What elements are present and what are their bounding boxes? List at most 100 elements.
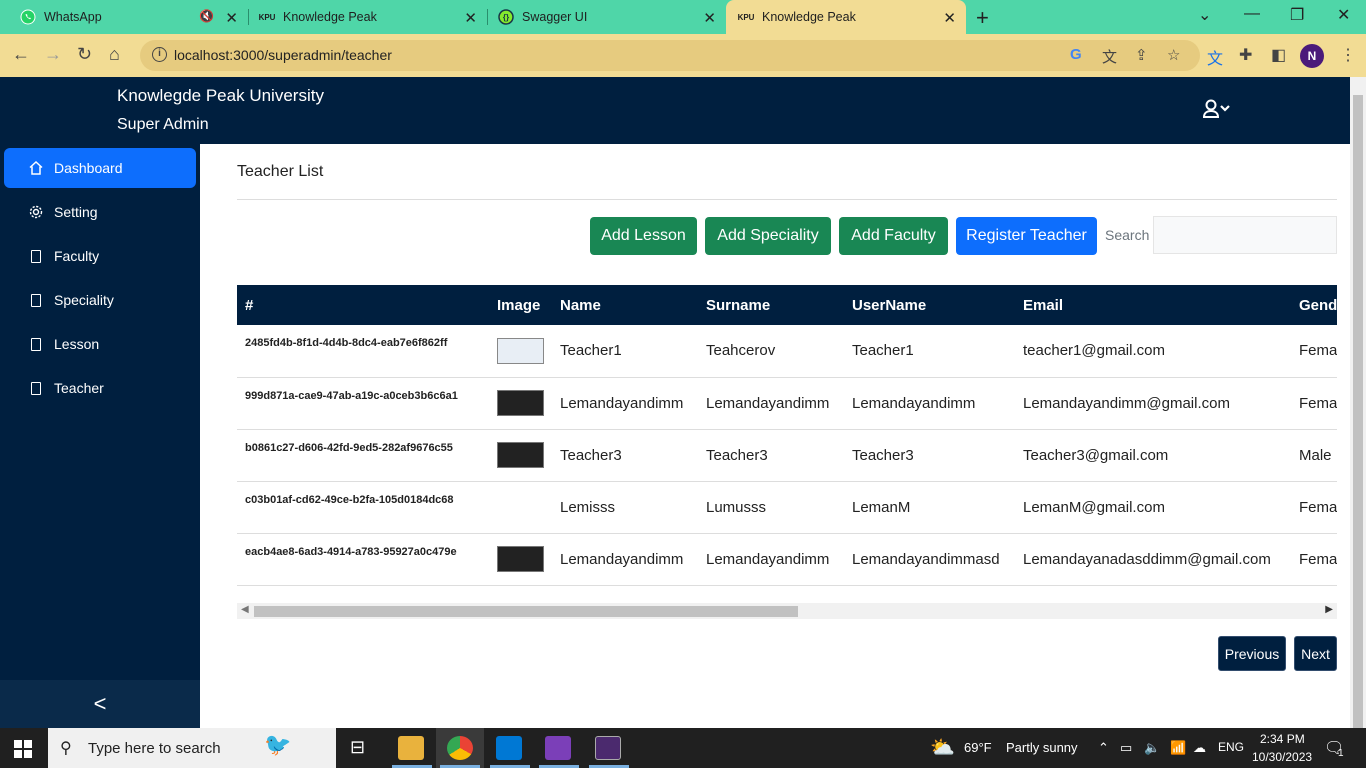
- browser-tab-knowledge-peak-active[interactable]: KPU Knowledge Peak ✕: [726, 0, 966, 34]
- sidebar-item-lesson[interactable]: Lesson: [4, 324, 196, 364]
- main-content: Teacher List Add Lesson Add Speciality A…: [200, 144, 1350, 728]
- table-row[interactable]: 2485fd4b-8f1d-4d4b-8dc4-eab7e6f862ff Tea…: [237, 325, 1337, 377]
- clock-date[interactable]: 10/30/2023: [1252, 750, 1312, 764]
- table-row[interactable]: 999d871a-cae9-47ab-a19c-a0ceb3b6c6a1 Lem…: [237, 377, 1337, 429]
- column-header-username: UserName: [852, 296, 927, 314]
- scroll-left-icon[interactable]: ◀: [241, 604, 249, 615]
- table-horizontal-scrollbar[interactable]: ◀ ▶: [237, 603, 1337, 619]
- battery-icon[interactable]: ▭: [1120, 740, 1132, 756]
- teacher-image-cell: [489, 325, 552, 377]
- sidebar-item-faculty[interactable]: Faculty: [4, 236, 196, 276]
- close-tab-icon[interactable]: ✕: [225, 9, 238, 27]
- table-row[interactable]: eacb4ae8-6ad3-4914-a783-95927a0c479e Lem…: [237, 533, 1337, 585]
- google-translate-extension-icon[interactable]: 文: [1207, 45, 1223, 69]
- address-bar[interactable]: i localhost:3000/superadmin/teacher G 文 …: [140, 40, 1200, 71]
- browser-tab-swagger[interactable]: {} Swagger UI ✕: [488, 0, 726, 34]
- url-text[interactable]: localhost:3000/superadmin/teacher: [174, 47, 392, 63]
- maximize-icon[interactable]: ❐: [1290, 5, 1304, 25]
- table-row[interactable]: b0861c27-d606-42fd-9ed5-282af9676c55 Tea…: [237, 429, 1337, 481]
- chrome-app-icon[interactable]: [447, 736, 473, 760]
- column-header-gender: Gend: [1299, 296, 1337, 314]
- share-icon[interactable]: ⇪: [1135, 46, 1148, 64]
- add-lesson-button[interactable]: Add Lesson: [590, 217, 697, 255]
- home-icon[interactable]: ⌂: [109, 44, 120, 65]
- teacher-photo: [497, 546, 544, 572]
- teacher-id: c03b01af-cd62-49ce-b2fa-105d0184dc68: [245, 493, 454, 506]
- swagger-icon: {}: [498, 9, 514, 25]
- clock-time[interactable]: 2:34 PM: [1260, 732, 1305, 746]
- file-explorer-app-icon[interactable]: [398, 736, 424, 760]
- site-info-icon[interactable]: i: [152, 47, 167, 62]
- tab-search-chevron-icon[interactable]: ⌄: [1198, 5, 1211, 25]
- profile-avatar[interactable]: N: [1300, 44, 1324, 68]
- browser-tab-whatsapp[interactable]: WhatsApp 🔇 ✕: [0, 0, 248, 34]
- document-icon: [28, 336, 44, 352]
- translate-icon[interactable]: 文: [1102, 46, 1117, 67]
- close-tab-icon[interactable]: ✕: [703, 9, 716, 27]
- terminal-app-icon[interactable]: [595, 736, 621, 760]
- previous-page-button[interactable]: Previous: [1218, 636, 1286, 671]
- register-teacher-button[interactable]: Register Teacher: [956, 217, 1097, 255]
- teacher-photo: [497, 337, 544, 364]
- scrollbar-thumb[interactable]: [254, 606, 798, 617]
- sidebar-item-setting[interactable]: Setting: [4, 192, 196, 232]
- scroll-right-icon[interactable]: ▶: [1325, 604, 1333, 615]
- browser-tab-knowledge-peak[interactable]: KPU Knowledge Peak ✕: [249, 0, 487, 34]
- user-menu-icon[interactable]: [1202, 99, 1233, 124]
- table-row[interactable]: c03b01af-cd62-49ce-b2fa-105d0184dc68 Lem…: [237, 481, 1337, 533]
- task-view-icon[interactable]: ⊟: [350, 737, 365, 758]
- teacher-surname: Teahcerov: [706, 342, 776, 360]
- windows-start-icon[interactable]: [14, 740, 32, 758]
- extensions-puzzle-icon[interactable]: ✚: [1239, 45, 1252, 65]
- side-panel-icon[interactable]: ◧: [1271, 45, 1286, 65]
- minimize-icon[interactable]: —: [1244, 5, 1260, 23]
- add-speciality-button[interactable]: Add Speciality: [705, 217, 831, 255]
- search-icon: ⚲: [60, 740, 72, 757]
- browser-menu-icon[interactable]: ⋮: [1340, 45, 1356, 65]
- google-icon[interactable]: G: [1070, 46, 1082, 63]
- scrollbar-thumb[interactable]: [1353, 95, 1363, 730]
- sidebar-item-teacher[interactable]: Teacher: [4, 368, 196, 408]
- speaker-muted-icon[interactable]: 🔇: [199, 9, 214, 23]
- back-icon[interactable]: ←: [12, 44, 30, 65]
- bookmark-star-icon[interactable]: ☆: [1167, 46, 1180, 64]
- weather-condition[interactable]: Partly sunny: [1006, 740, 1078, 755]
- weather-temperature[interactable]: 69°F: [964, 740, 992, 755]
- teacher-surname: Teacher3: [706, 446, 768, 464]
- close-window-icon[interactable]: ✕: [1337, 5, 1350, 25]
- document-icon: [28, 248, 44, 264]
- language-indicator[interactable]: ENG: [1218, 740, 1244, 754]
- vscode-app-icon[interactable]: [496, 736, 522, 760]
- next-page-button[interactable]: Next: [1294, 636, 1337, 671]
- new-tab-icon[interactable]: +: [976, 5, 989, 31]
- teacher-gender: Fema: [1299, 342, 1337, 360]
- visual-studio-app-icon[interactable]: [545, 736, 571, 760]
- svg-text:{}: {}: [503, 13, 509, 22]
- column-header-image: Image: [497, 296, 541, 314]
- wifi-icon[interactable]: 📶: [1170, 740, 1186, 756]
- add-faculty-button[interactable]: Add Faculty: [839, 217, 948, 255]
- reload-icon[interactable]: ↻: [77, 44, 92, 65]
- taskbar-search-box[interactable]: ⚲ Type here to search 🐦: [48, 728, 336, 768]
- teacher-name: Lemandayandimm: [560, 550, 684, 568]
- sidebar-item-speciality[interactable]: Speciality: [4, 280, 196, 320]
- user-role: Super Admin: [117, 116, 209, 133]
- sidebar-item-dashboard[interactable]: Dashboard: [4, 148, 196, 188]
- onedrive-cloud-icon[interactable]: ☁: [1193, 740, 1206, 756]
- teacher-image-cell: [489, 481, 552, 533]
- sidebar: Dashboard Setting Faculty Speciality Les…: [0, 144, 200, 728]
- forward-icon[interactable]: →: [44, 44, 62, 65]
- weather-partly-sunny-icon[interactable]: ⛅: [930, 735, 955, 760]
- page-title: Teacher List: [237, 163, 324, 180]
- teacher-gender: Male: [1299, 446, 1332, 464]
- page-vertical-scrollbar[interactable]: [1350, 77, 1366, 730]
- sidebar-item-label: Lesson: [54, 336, 100, 352]
- sidebar-collapse-button[interactable]: <: [0, 680, 200, 728]
- close-tab-icon[interactable]: ✕: [464, 9, 477, 27]
- chevron-up-icon[interactable]: ⌃: [1098, 740, 1109, 756]
- search-input[interactable]: [1153, 216, 1337, 254]
- university-name: Knowlegde Peak University: [117, 86, 324, 105]
- close-tab-icon[interactable]: ✕: [943, 9, 956, 27]
- gear-icon: [28, 204, 44, 220]
- speaker-icon[interactable]: 🔈: [1144, 740, 1160, 756]
